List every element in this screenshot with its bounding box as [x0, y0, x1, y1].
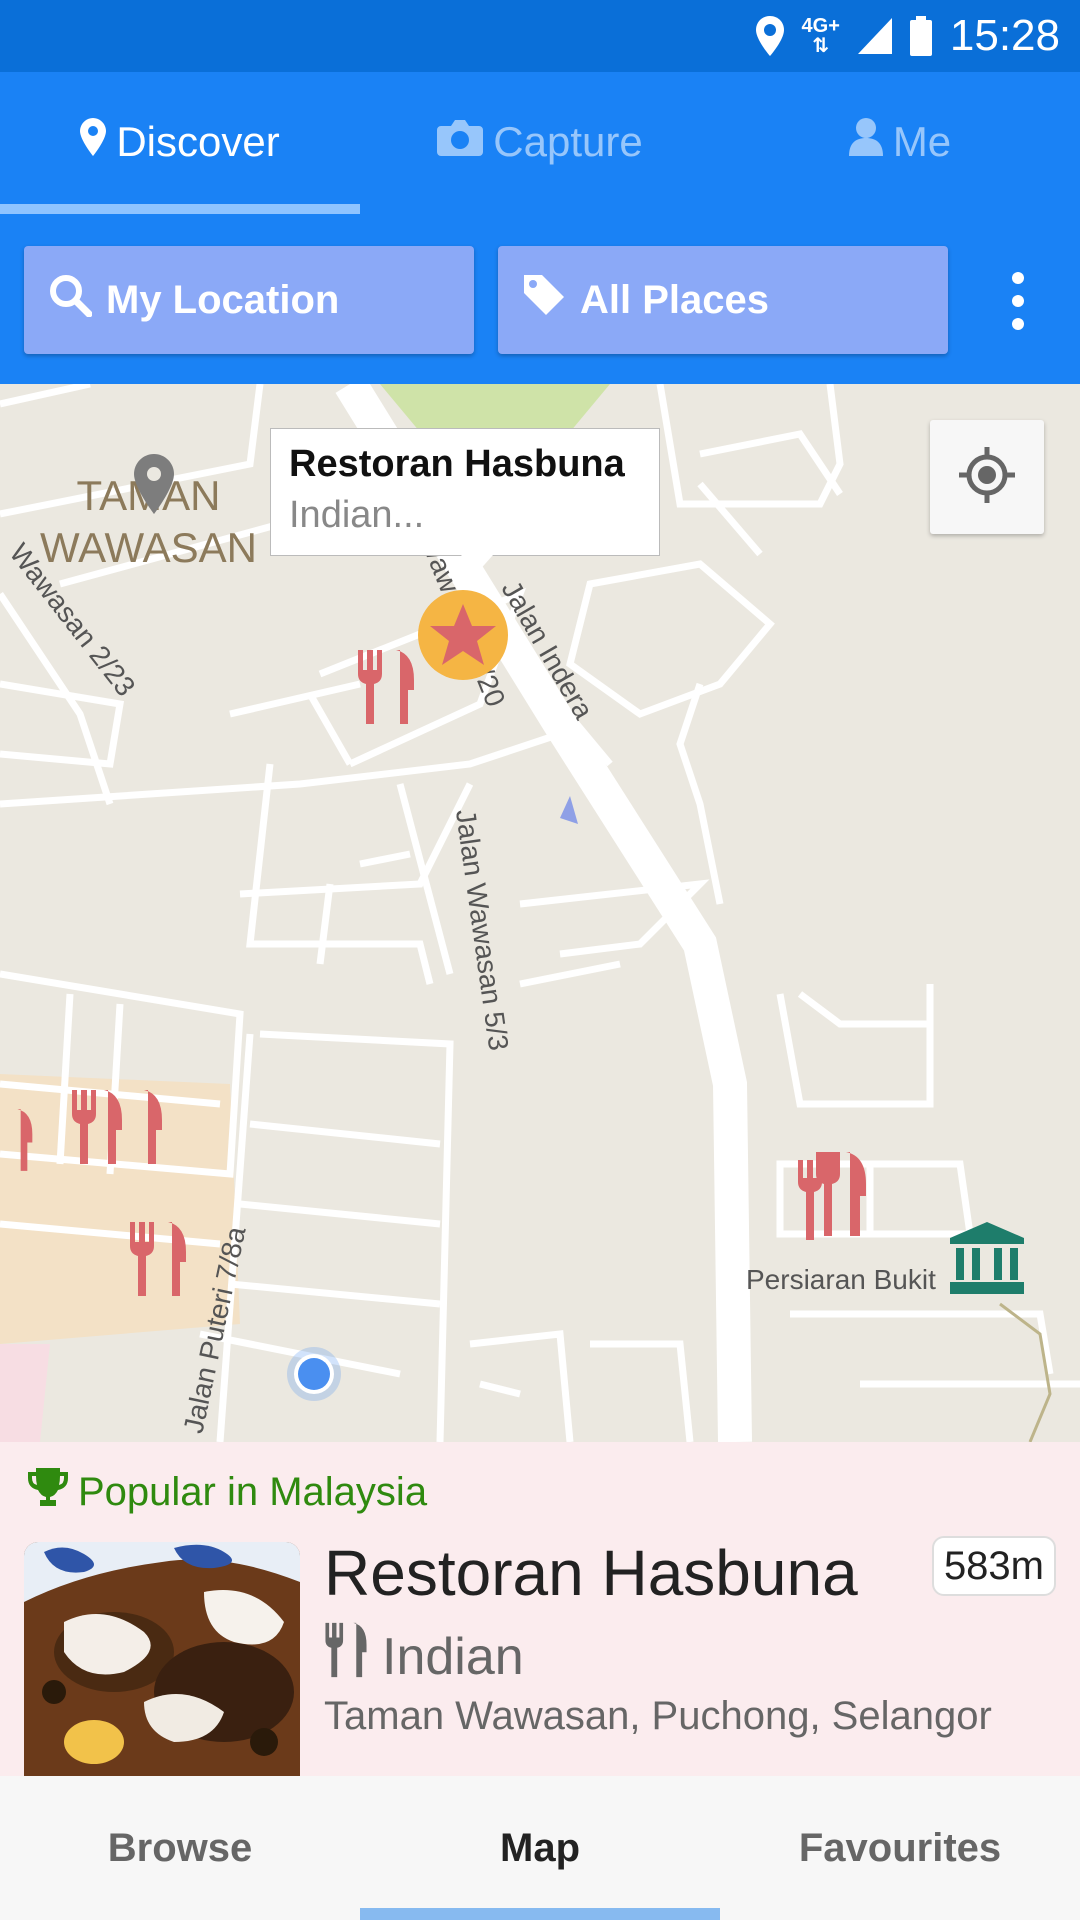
restaurant-poi-icon[interactable]	[128, 1222, 188, 1301]
battery-icon	[909, 16, 932, 56]
network-type-label: 4G+	[801, 15, 840, 37]
map-info-window[interactable]: Restoran Hasbuna Indian...	[270, 428, 660, 573]
tab-label: Discover	[116, 118, 280, 165]
place-name: Restoran Hasbuna	[324, 1537, 858, 1609]
restaurant-poi-icon[interactable]	[796, 1152, 868, 1245]
selected-place-star-marker[interactable]	[418, 590, 508, 685]
active-bottom-tab-indicator	[360, 1908, 720, 1920]
network-4g-icon: 4G+ ⇅	[801, 15, 840, 57]
tab-label: Capture	[493, 118, 643, 165]
camera-icon	[437, 118, 484, 166]
place-photo[interactable]	[24, 1542, 300, 1776]
active-tab-indicator	[0, 204, 360, 214]
cuisine-row: Indian	[324, 1622, 524, 1691]
crosshair-icon	[957, 445, 1017, 510]
restaurant-poi-icon[interactable]	[356, 650, 416, 729]
place-address: Taman Wawasan, Puchong, Selangor	[324, 1694, 992, 1738]
tab-me[interactable]: Me	[720, 72, 1080, 212]
bottom-navigation: Browse Map Favourites	[0, 1776, 1080, 1920]
person-icon	[848, 118, 883, 166]
popular-label: Popular in Malaysia	[78, 1469, 428, 1514]
museum-icon[interactable]	[950, 1222, 1024, 1299]
search-icon	[48, 273, 93, 327]
all-places-button[interactable]: All Places	[498, 246, 948, 354]
more-options-button[interactable]	[996, 266, 1040, 336]
restaurant-poi-icon[interactable]	[0, 1104, 34, 1181]
user-location-dot	[286, 1346, 342, 1407]
popular-badge: Popular in Malaysia	[28, 1468, 427, 1516]
my-location-map-button[interactable]	[930, 420, 1044, 534]
restaurant-poi-icon[interactable]	[70, 1090, 170, 1169]
tab-discover[interactable]: Discover	[0, 72, 360, 212]
bottom-tab-favourites[interactable]: Favourites	[720, 1776, 1080, 1920]
cuisine-label: Indian	[382, 1627, 524, 1686]
location-icon	[755, 16, 784, 56]
info-window-title: Restoran Hasbuna	[289, 443, 625, 485]
info-window-pointer	[461, 555, 493, 573]
tab-label: Me	[892, 118, 952, 165]
map-pin-icon[interactable]	[134, 454, 174, 519]
place-card[interactable]: Popular in Malaysia Restoran Hasbuna 583…	[0, 1442, 1080, 1776]
tag-icon	[522, 273, 566, 327]
street-label: Persiaran Bukit	[746, 1264, 936, 1295]
trophy-icon	[28, 1468, 68, 1516]
clock: 15:28	[949, 11, 1060, 60]
area-label-line: WAWASAN	[40, 524, 257, 571]
my-location-button[interactable]: My Location	[24, 246, 474, 354]
fork-knife-icon	[324, 1622, 368, 1691]
all-places-label: All Places	[580, 277, 770, 322]
bottom-tab-browse[interactable]: Browse	[0, 1776, 360, 1920]
my-location-label: My Location	[106, 277, 340, 322]
top-navigation: Discover Capture Me My Location All Plac…	[0, 72, 1080, 384]
distance-badge: 583m	[931, 1536, 1056, 1596]
map-marker-icon	[80, 118, 107, 166]
bottom-tab-map[interactable]: Map	[360, 1776, 720, 1920]
map-view[interactable]: TAMAN WAWASAN Wawasan 2/23 Wawasan 2/20 …	[0, 384, 1080, 1442]
tab-capture[interactable]: Capture	[360, 72, 720, 212]
info-window-subtitle: Indian...	[289, 494, 425, 536]
status-bar: 4G+ ⇅ 15:28	[0, 0, 1080, 72]
signal-icon	[857, 18, 892, 54]
